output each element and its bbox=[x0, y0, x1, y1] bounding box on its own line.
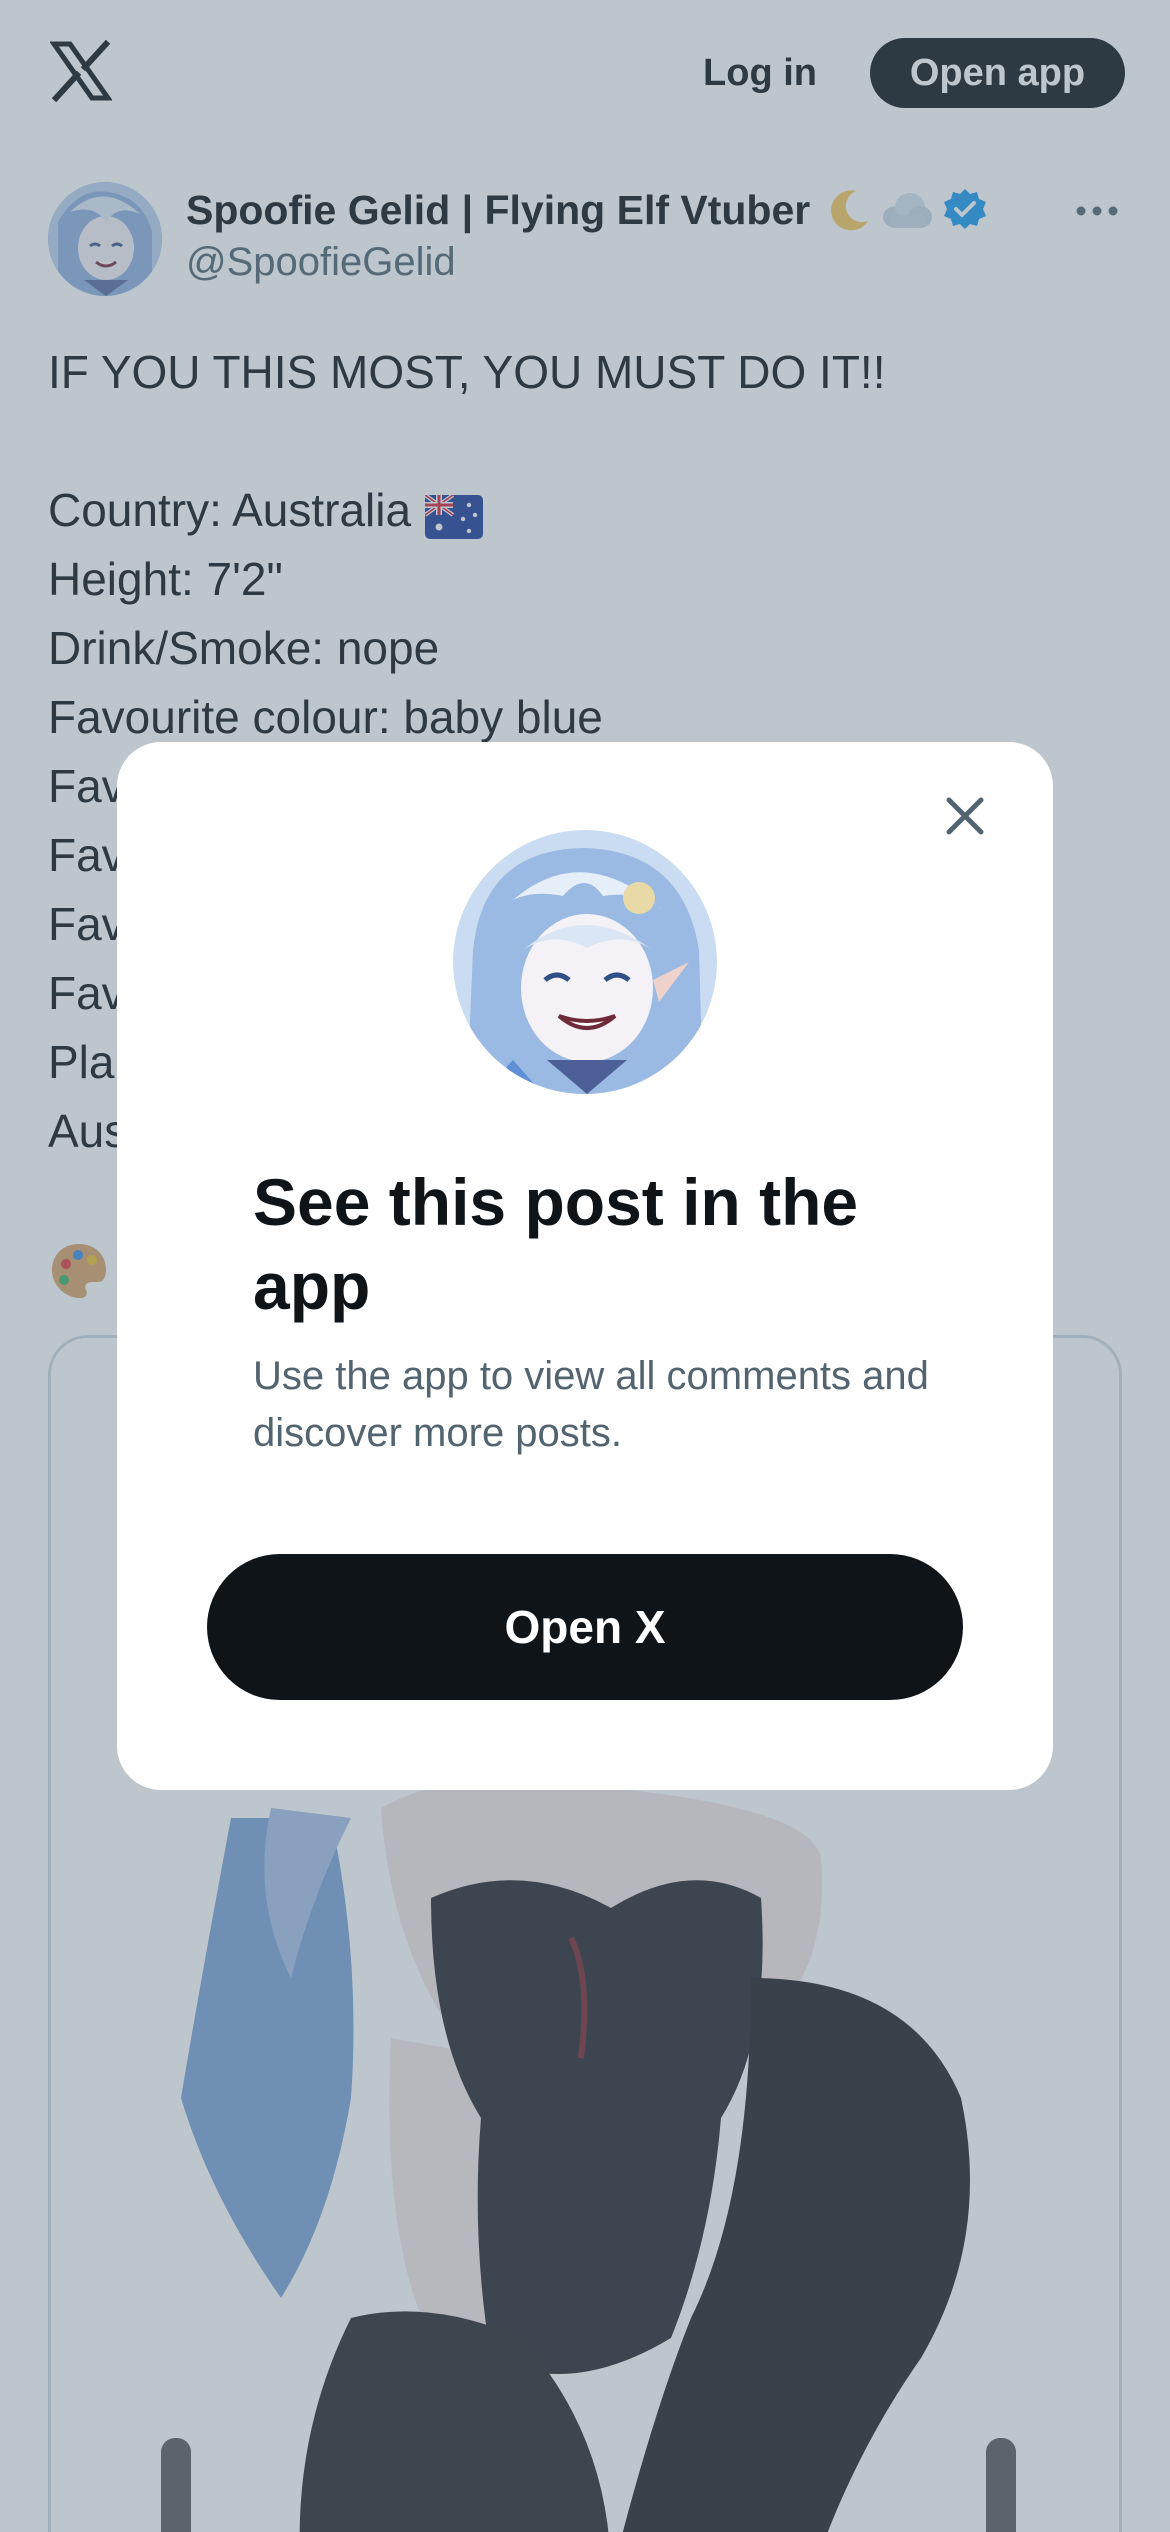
close-icon[interactable] bbox=[937, 788, 993, 844]
open-in-app-dialog: See this post in the app Use the app to … bbox=[117, 742, 1053, 1790]
open-x-button[interactable]: Open X bbox=[207, 1554, 963, 1700]
dialog-subtitle: Use the app to view all comments and dis… bbox=[253, 1354, 929, 1455]
dialog-title: See this post in the app bbox=[253, 1165, 859, 1323]
profile-avatar bbox=[453, 830, 717, 1094]
